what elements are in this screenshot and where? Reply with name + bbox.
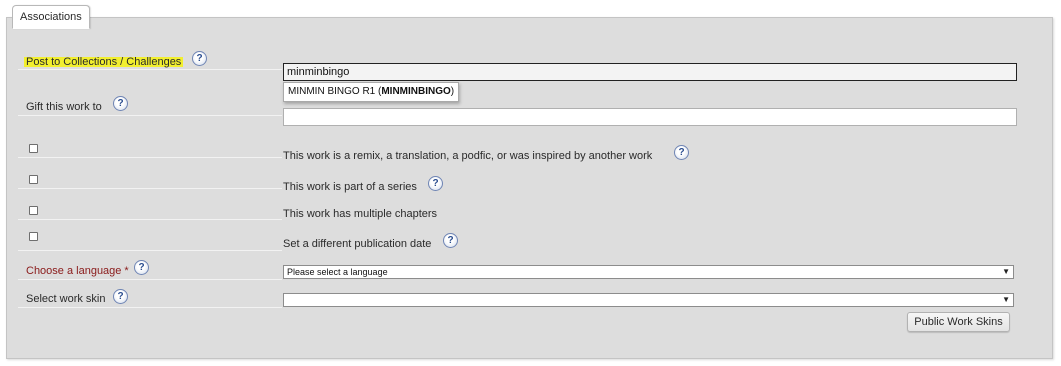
- language-help-icon[interactable]: ?: [134, 260, 149, 275]
- row-divider: [18, 219, 282, 220]
- gift-label: Gift this work to: [26, 101, 102, 113]
- gift-input[interactable]: [283, 108, 1017, 126]
- autocomplete-suffix: ): [450, 86, 455, 97]
- row-divider: [18, 250, 282, 251]
- gift-help-icon[interactable]: ?: [113, 96, 128, 111]
- chevron-down-icon: ▼: [1002, 267, 1010, 276]
- series-checkbox[interactable]: [29, 175, 38, 184]
- remix-help-icon[interactable]: ?: [674, 145, 689, 160]
- row-divider: [18, 115, 282, 116]
- language-selected-value: Please select a language: [287, 267, 388, 277]
- remix-checkbox[interactable]: [29, 144, 38, 153]
- collections-autocomplete-option[interactable]: MINMIN BINGO R1 (MINMINBINGO): [283, 82, 460, 102]
- series-help-icon[interactable]: ?: [428, 176, 443, 191]
- collections-help-icon[interactable]: ?: [192, 51, 207, 66]
- row-divider: [18, 69, 282, 70]
- fieldset-legend: Associations: [12, 5, 90, 29]
- language-select[interactable]: Please select a language ▼: [283, 265, 1014, 279]
- public-work-skins-button[interactable]: Public Work Skins: [907, 312, 1010, 332]
- series-option-text: This work is part of a series: [283, 181, 417, 193]
- row-divider: [18, 307, 282, 308]
- skin-help-icon[interactable]: ?: [113, 289, 128, 304]
- chapters-option-text: This work has multiple chapters: [283, 208, 438, 220]
- row-divider: [18, 279, 282, 280]
- chevron-down-icon: ▼: [1002, 295, 1010, 304]
- collections-input[interactable]: [283, 63, 1017, 81]
- publication-date-checkbox[interactable]: [29, 232, 38, 241]
- chapters-checkbox[interactable]: [29, 206, 38, 215]
- publication-date-option-text: Set a different publication date: [283, 238, 432, 250]
- publication-date-help-icon[interactable]: ?: [443, 233, 458, 248]
- skin-label: Select work skin: [26, 293, 106, 305]
- autocomplete-match: MINMINBINGO: [381, 86, 451, 97]
- remix-option-text: This work is a remix, a translation, a p…: [283, 150, 653, 162]
- row-divider: [18, 157, 282, 158]
- required-mark: *: [124, 265, 129, 277]
- row-divider: [18, 188, 282, 189]
- autocomplete-prefix: MINMIN BINGO R1 (: [288, 86, 382, 97]
- collections-label: Post to Collections / Challenges: [24, 56, 184, 68]
- skin-select[interactable]: ▼: [283, 293, 1014, 307]
- language-label-text: Choose a language: [26, 265, 122, 277]
- language-label: Choose a language *: [26, 265, 129, 277]
